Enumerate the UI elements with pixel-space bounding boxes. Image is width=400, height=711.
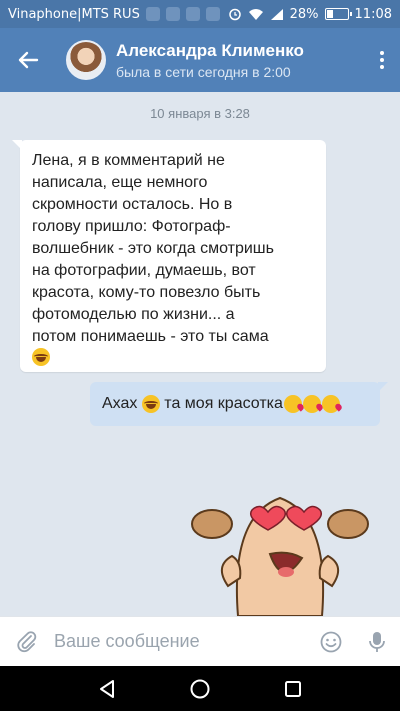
emoji-button[interactable] [308,617,354,667]
message-line: на фотографии, думаешь, вот [32,262,256,279]
message-line: написала, еще немного [32,174,208,191]
circle-home-icon[interactable] [189,678,211,700]
microphone-icon [369,631,385,652]
battery-fill [326,10,333,18]
clock: 11:08 [354,6,392,22]
message-line: голову пришло: Фотограф- [32,218,231,235]
contact-name: Александра Клименко [116,40,304,60]
more-options-button[interactable] [364,28,400,92]
arrow-left-icon [18,51,39,69]
battery-icon [324,8,352,20]
message-line: красота, кому-то повезло быть [32,284,261,301]
status-right: 28% 11:08 [228,7,392,22]
kissing-heart-emoji-icon [283,395,302,413]
square-recents-icon[interactable] [282,678,304,700]
message-line: Лена, я в комментарий не [32,152,225,169]
message-line: фотомоделью по жизни... а [32,306,235,323]
message-text-part: Ахах [102,395,138,412]
more-vertical-icon-dot [380,58,384,62]
heart-eyes-character-sticker[interactable] [190,476,370,616]
contact-status: была в сети сегодня в 2:00 [116,63,291,80]
message-composer [0,616,400,666]
status-bar: Vinaphone|MTS RUS 28% 11:08 [0,0,400,28]
paperclip-icon [17,630,37,652]
notification-app-icon [145,7,160,21]
system-nav-bar [0,666,400,711]
incoming-message[interactable]: Лена, я в комментарий не написала, еще н… [12,140,326,372]
attach-button[interactable] [0,617,54,667]
more-vertical-icon-dot [380,51,384,55]
outgoing-message[interactable]: Ахах та моя красотка [90,382,388,426]
signal-icon [270,8,283,20]
voice-message-button[interactable] [354,617,400,667]
notification-app-icon [165,7,180,21]
battery-percent: 28% [289,6,319,22]
alarm-icon [228,8,241,21]
date-separator: 10 января в 3:28 [150,106,250,121]
wifi-icon [248,8,263,20]
kissing-heart-emoji-icon [321,395,340,413]
laughing-tears-emoji-icon [32,348,50,366]
back-button[interactable] [0,28,56,92]
smiley-icon [320,631,342,652]
message-line: скромности осталось. Но в [32,196,233,213]
notification-app-icon [185,7,200,21]
more-vertical-icon-dot [380,65,384,69]
message-text-part: та моя красотка [164,395,283,412]
carrier-label: Vinaphone|MTS RUS [8,6,140,22]
contact-info[interactable]: Александра Клименко была в сети сегодня … [116,41,364,80]
message-line: волшебник - это когда смотришь [32,240,274,257]
notification-app-icon [205,7,220,21]
message-line: потом понимаешь - это ты сама [32,328,269,345]
message-input[interactable] [54,621,308,662]
kissing-heart-emoji-icon [302,395,321,413]
laughing-tears-emoji-icon [141,395,160,413]
notification-icons [145,7,220,21]
triangle-back-icon[interactable] [96,678,118,700]
avatar[interactable] [66,40,106,80]
chat-header: Александра Клименко была в сети сегодня … [0,28,400,92]
